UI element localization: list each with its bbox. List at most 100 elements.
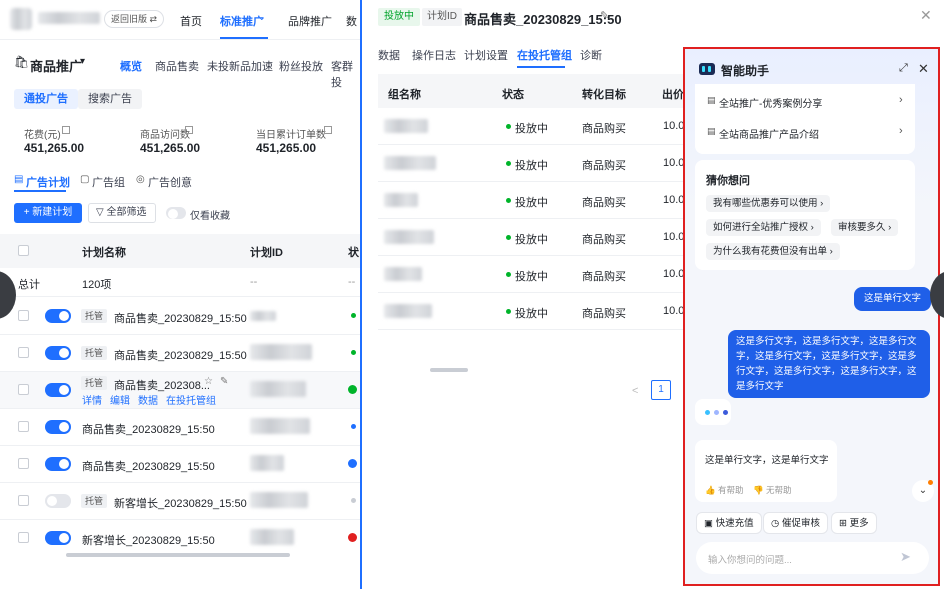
group-row[interactable]: 投放中 商品购买 10.00 bbox=[378, 219, 691, 256]
tab-ad-group[interactable]: 广告组 bbox=[92, 174, 125, 190]
subtab-fans[interactable]: 粉丝投放 bbox=[279, 58, 323, 74]
tab-managed-groups[interactable]: 在投托管组 bbox=[517, 47, 572, 63]
group-row[interactable]: 投放中 商品购买 10.00 bbox=[378, 145, 691, 182]
row-toggle[interactable] bbox=[45, 383, 71, 397]
col-status: 状态 bbox=[502, 89, 524, 101]
row-checkbox[interactable] bbox=[18, 532, 29, 543]
stat-cost-label: 花费(元) bbox=[24, 130, 61, 141]
row-checkbox[interactable] bbox=[18, 421, 29, 432]
question-chip[interactable]: 如何进行全站推广授权 › bbox=[706, 219, 821, 236]
row-action-detail[interactable]: 详情 bbox=[82, 392, 102, 407]
tab-diagnosis[interactable]: 诊断 bbox=[580, 47, 602, 63]
link-case-share[interactable]: 全站推广-优秀案例分享 bbox=[719, 95, 822, 110]
plan-name[interactable]: 新客增长_20230829_15:50 bbox=[114, 495, 247, 511]
col-status: 状 bbox=[348, 247, 359, 259]
row-checkbox[interactable] bbox=[18, 347, 29, 358]
question-chip[interactable]: 为什么我有花费但没有出单 › bbox=[706, 243, 840, 260]
page-prev[interactable]: < bbox=[632, 385, 638, 397]
plan-name[interactable]: 商品售卖_20230829_15:50 bbox=[114, 347, 247, 363]
row-toggle[interactable] bbox=[45, 309, 71, 323]
urge-review-button[interactable]: ◷ 催促审核 bbox=[763, 512, 828, 534]
send-icon[interactable]: ➤ bbox=[900, 549, 911, 565]
subtab-audience[interactable]: 客群投 bbox=[331, 58, 362, 90]
plan-name[interactable]: 商品售卖_20230829_15:50 bbox=[82, 458, 215, 474]
more-button[interactable]: ⊞ 更多 bbox=[831, 512, 877, 534]
row-toggle[interactable] bbox=[45, 494, 71, 508]
row-action-data[interactable]: 数据 bbox=[138, 392, 158, 407]
row-checkbox[interactable] bbox=[18, 458, 29, 469]
table-row[interactable]: 托管 新客增长_20230829_15:50 bbox=[0, 483, 362, 519]
stat-chart-icon[interactable] bbox=[324, 126, 332, 134]
group-row[interactable]: 投放中 商品购买 10.00 bbox=[378, 108, 691, 145]
chevron-right-icon[interactable]: › bbox=[899, 94, 903, 106]
horizontal-scrollbar[interactable] bbox=[66, 553, 290, 557]
table-row[interactable]: 商品售卖_20230829_15:50 bbox=[0, 446, 362, 482]
nav-home[interactable]: 首页 bbox=[180, 13, 202, 29]
group-row[interactable]: 投放中 商品购买 10.00 bbox=[378, 182, 691, 219]
info-icon[interactable] bbox=[348, 459, 357, 468]
page-number[interactable]: 1 bbox=[651, 380, 671, 400]
expand-icon[interactable]: ⤢ bbox=[899, 62, 908, 75]
plan-name[interactable]: 商品售卖_20230829_15:50 bbox=[114, 310, 247, 326]
info-icon[interactable] bbox=[348, 533, 357, 542]
chevron-right-icon[interactable]: › bbox=[899, 125, 903, 137]
filter-button[interactable]: ▽ 全部筛选 bbox=[88, 203, 156, 223]
table-row[interactable]: 托管 商品售卖_20230829_15:50 bbox=[0, 297, 362, 334]
tab-data[interactable]: 数据 bbox=[378, 47, 400, 63]
tab-plan-settings[interactable]: 计划设置 bbox=[464, 47, 508, 63]
question-chip[interactable]: 审核要多久 › bbox=[831, 219, 899, 236]
back-old-version-button[interactable]: 返回旧版 ⇄ bbox=[104, 10, 165, 28]
select-all-checkbox[interactable] bbox=[18, 245, 29, 256]
subtab-product-sale[interactable]: 商品售卖 bbox=[155, 58, 199, 74]
table-row[interactable]: 新客增长_20230829_15:50 bbox=[0, 520, 362, 556]
helpful-button[interactable]: 👍 有帮助 bbox=[705, 484, 743, 496]
edit-icon[interactable]: ✎ bbox=[220, 376, 228, 387]
close-icon[interactable]: ✕ bbox=[918, 61, 929, 77]
row-action-edit[interactable]: 编辑 bbox=[110, 392, 130, 407]
star-icon[interactable]: ☆ bbox=[204, 376, 213, 387]
plan-name[interactable]: 商品售卖_20230829_15:50 bbox=[82, 421, 215, 437]
plan-name[interactable]: 商品售卖_202308... bbox=[114, 377, 210, 393]
title-dropdown-icon[interactable]: ▾ bbox=[80, 56, 85, 67]
row-action-groups[interactable]: 在投托管组 bbox=[166, 392, 216, 407]
tab-search-ads[interactable]: 搜索广告 bbox=[78, 89, 142, 109]
nav-brand-promo[interactable]: 品牌推广 bbox=[288, 13, 332, 29]
scroll-down-button[interactable]: ⌄ bbox=[912, 480, 934, 502]
stat-chart-icon[interactable] bbox=[62, 126, 70, 134]
tab-operation-log[interactable]: 操作日志 bbox=[412, 47, 456, 63]
row-toggle[interactable] bbox=[45, 531, 71, 545]
edit-title-icon[interactable]: ✎ bbox=[600, 9, 609, 22]
nav-more[interactable]: 数 bbox=[346, 13, 357, 29]
plan-name[interactable]: 新客增长_20230829_15:50 bbox=[82, 532, 215, 548]
row-toggle[interactable] bbox=[45, 346, 71, 360]
chat-input-box[interactable]: 输入你想问的问题... ➤ bbox=[696, 542, 929, 574]
group-row[interactable]: 投放中 商品购买 10.00 bbox=[378, 256, 691, 293]
group-name-blurred bbox=[384, 156, 436, 170]
table-row[interactable]: 商品售卖_20230829_15:50 bbox=[0, 409, 362, 445]
table-row[interactable]: 托管 商品售卖_20230829_15:50 bbox=[0, 335, 362, 371]
quick-recharge-button[interactable]: ▣ 快速充值 bbox=[696, 512, 762, 534]
new-plan-button[interactable]: + 新建计划 bbox=[14, 203, 82, 223]
subtab-new-product[interactable]: 未投新品加速 bbox=[207, 58, 273, 74]
tab-general-ads[interactable]: 通投广告 bbox=[14, 89, 78, 109]
info-icon[interactable] bbox=[348, 385, 357, 394]
row-checkbox[interactable] bbox=[18, 495, 29, 506]
tab-ad-plan[interactable]: 广告计划 bbox=[26, 174, 70, 190]
stat-chart-icon[interactable] bbox=[185, 126, 193, 134]
question-chip[interactable]: 我有哪些优惠券可以使用 › bbox=[706, 195, 831, 212]
only-fav-toggle[interactable] bbox=[166, 207, 186, 219]
page-title[interactable]: 商品推广 bbox=[30, 56, 82, 75]
close-drawer-icon[interactable]: ✕ bbox=[920, 7, 932, 24]
table-row[interactable]: 托管 商品售卖_202308... ☆ ✎ 详情 编辑 数据 在投托管组 bbox=[0, 372, 362, 408]
row-checkbox[interactable] bbox=[18, 384, 29, 395]
row-toggle[interactable] bbox=[45, 420, 71, 434]
row-toggle[interactable] bbox=[45, 457, 71, 471]
group-row[interactable]: 投放中 商品购买 10.00 bbox=[378, 293, 691, 330]
horizontal-scrollbar[interactable] bbox=[430, 368, 468, 372]
group-status: 投放中 bbox=[515, 160, 548, 172]
row-checkbox[interactable] bbox=[18, 310, 29, 321]
tab-ad-creative[interactable]: 广告创意 bbox=[148, 174, 192, 190]
subtab-overview[interactable]: 概览 bbox=[120, 58, 142, 74]
unhelpful-button[interactable]: 👎 无帮助 bbox=[753, 484, 791, 496]
link-product-intro[interactable]: 全站商品推广产品介绍 bbox=[719, 126, 819, 141]
